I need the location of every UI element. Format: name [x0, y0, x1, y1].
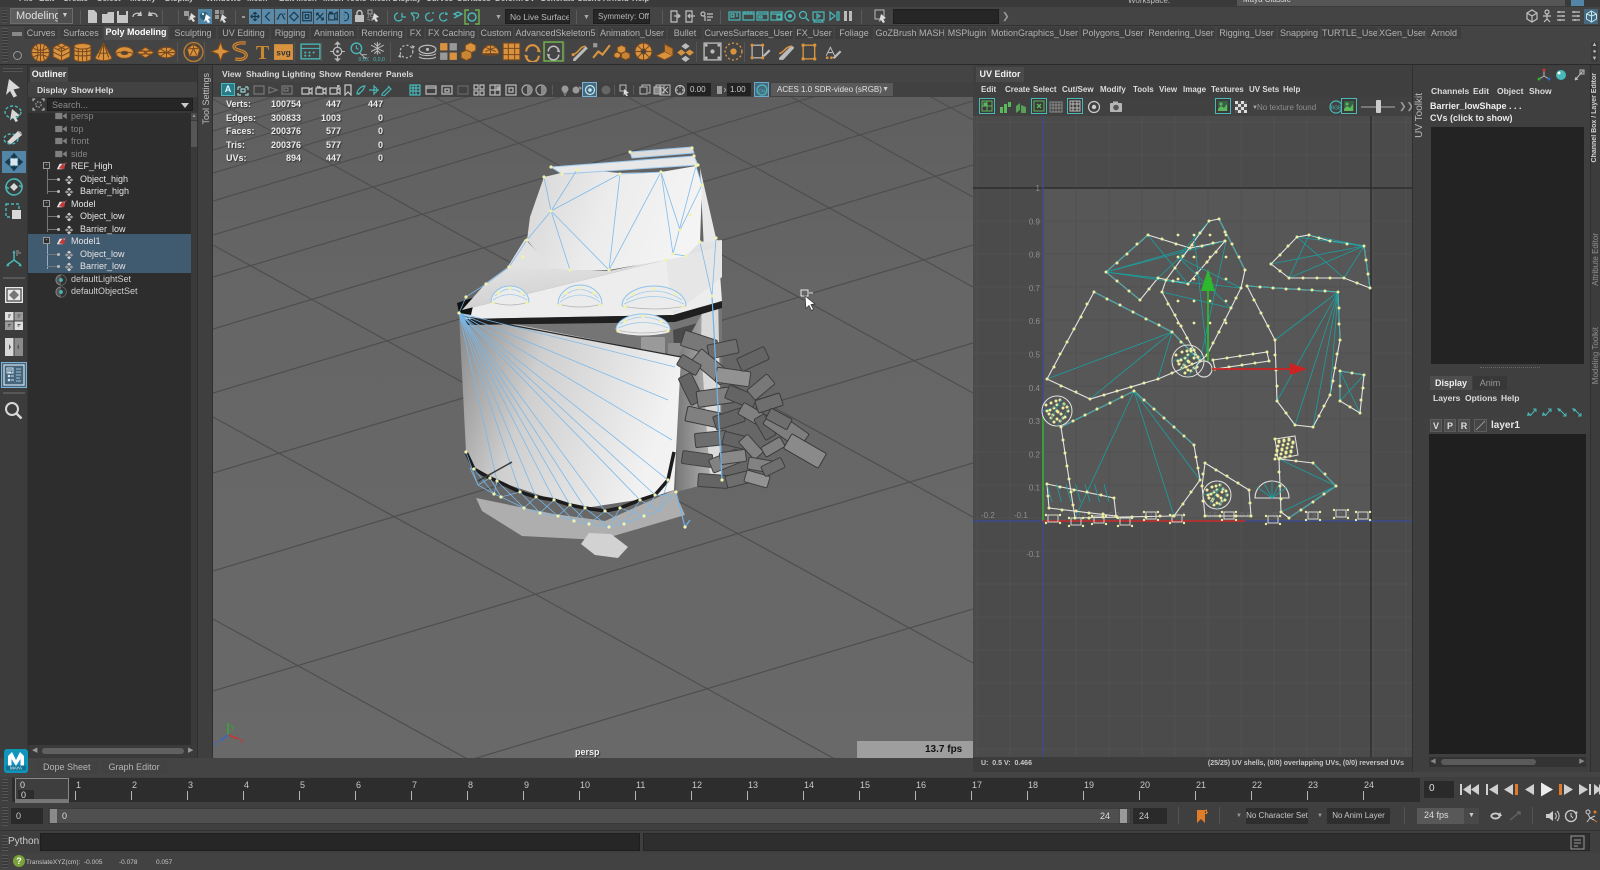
svg-text:-0.1: -0.1: [1026, 550, 1040, 559]
svg-text:0.5: 0.5: [1029, 351, 1041, 360]
svg-text:0.3: 0.3: [1029, 417, 1041, 426]
svg-text:0.2: 0.2: [1029, 450, 1041, 459]
svg-text:T: T: [256, 42, 269, 62]
svg-text:y: y: [231, 724, 235, 731]
svg-text:0.8: 0.8: [1029, 251, 1041, 260]
svg-text:0,0,0: 0,0,0: [359, 57, 370, 62]
svg-text:-0.1: -0.1: [1014, 511, 1028, 520]
svg-text:0.1: 0.1: [1029, 484, 1041, 493]
svg-text:CM: CM: [759, 89, 766, 94]
svg-text:x: x: [240, 738, 244, 745]
svg-text:0.4: 0.4: [1029, 384, 1041, 393]
svg-text:svg: svg: [276, 48, 290, 58]
svg-text:0.9: 0.9: [1029, 217, 1041, 226]
svg-text:0.7: 0.7: [1029, 284, 1041, 293]
svg-text:-0.2: -0.2: [981, 511, 995, 520]
svg-text:0,0,0: 0,0,0: [373, 57, 385, 62]
svg-text:1: 1: [1036, 184, 1041, 193]
svg-text:0.6: 0.6: [1029, 317, 1041, 326]
svg-text:MAYA: MAYA: [10, 766, 22, 771]
svg-text:z: z: [214, 740, 218, 747]
